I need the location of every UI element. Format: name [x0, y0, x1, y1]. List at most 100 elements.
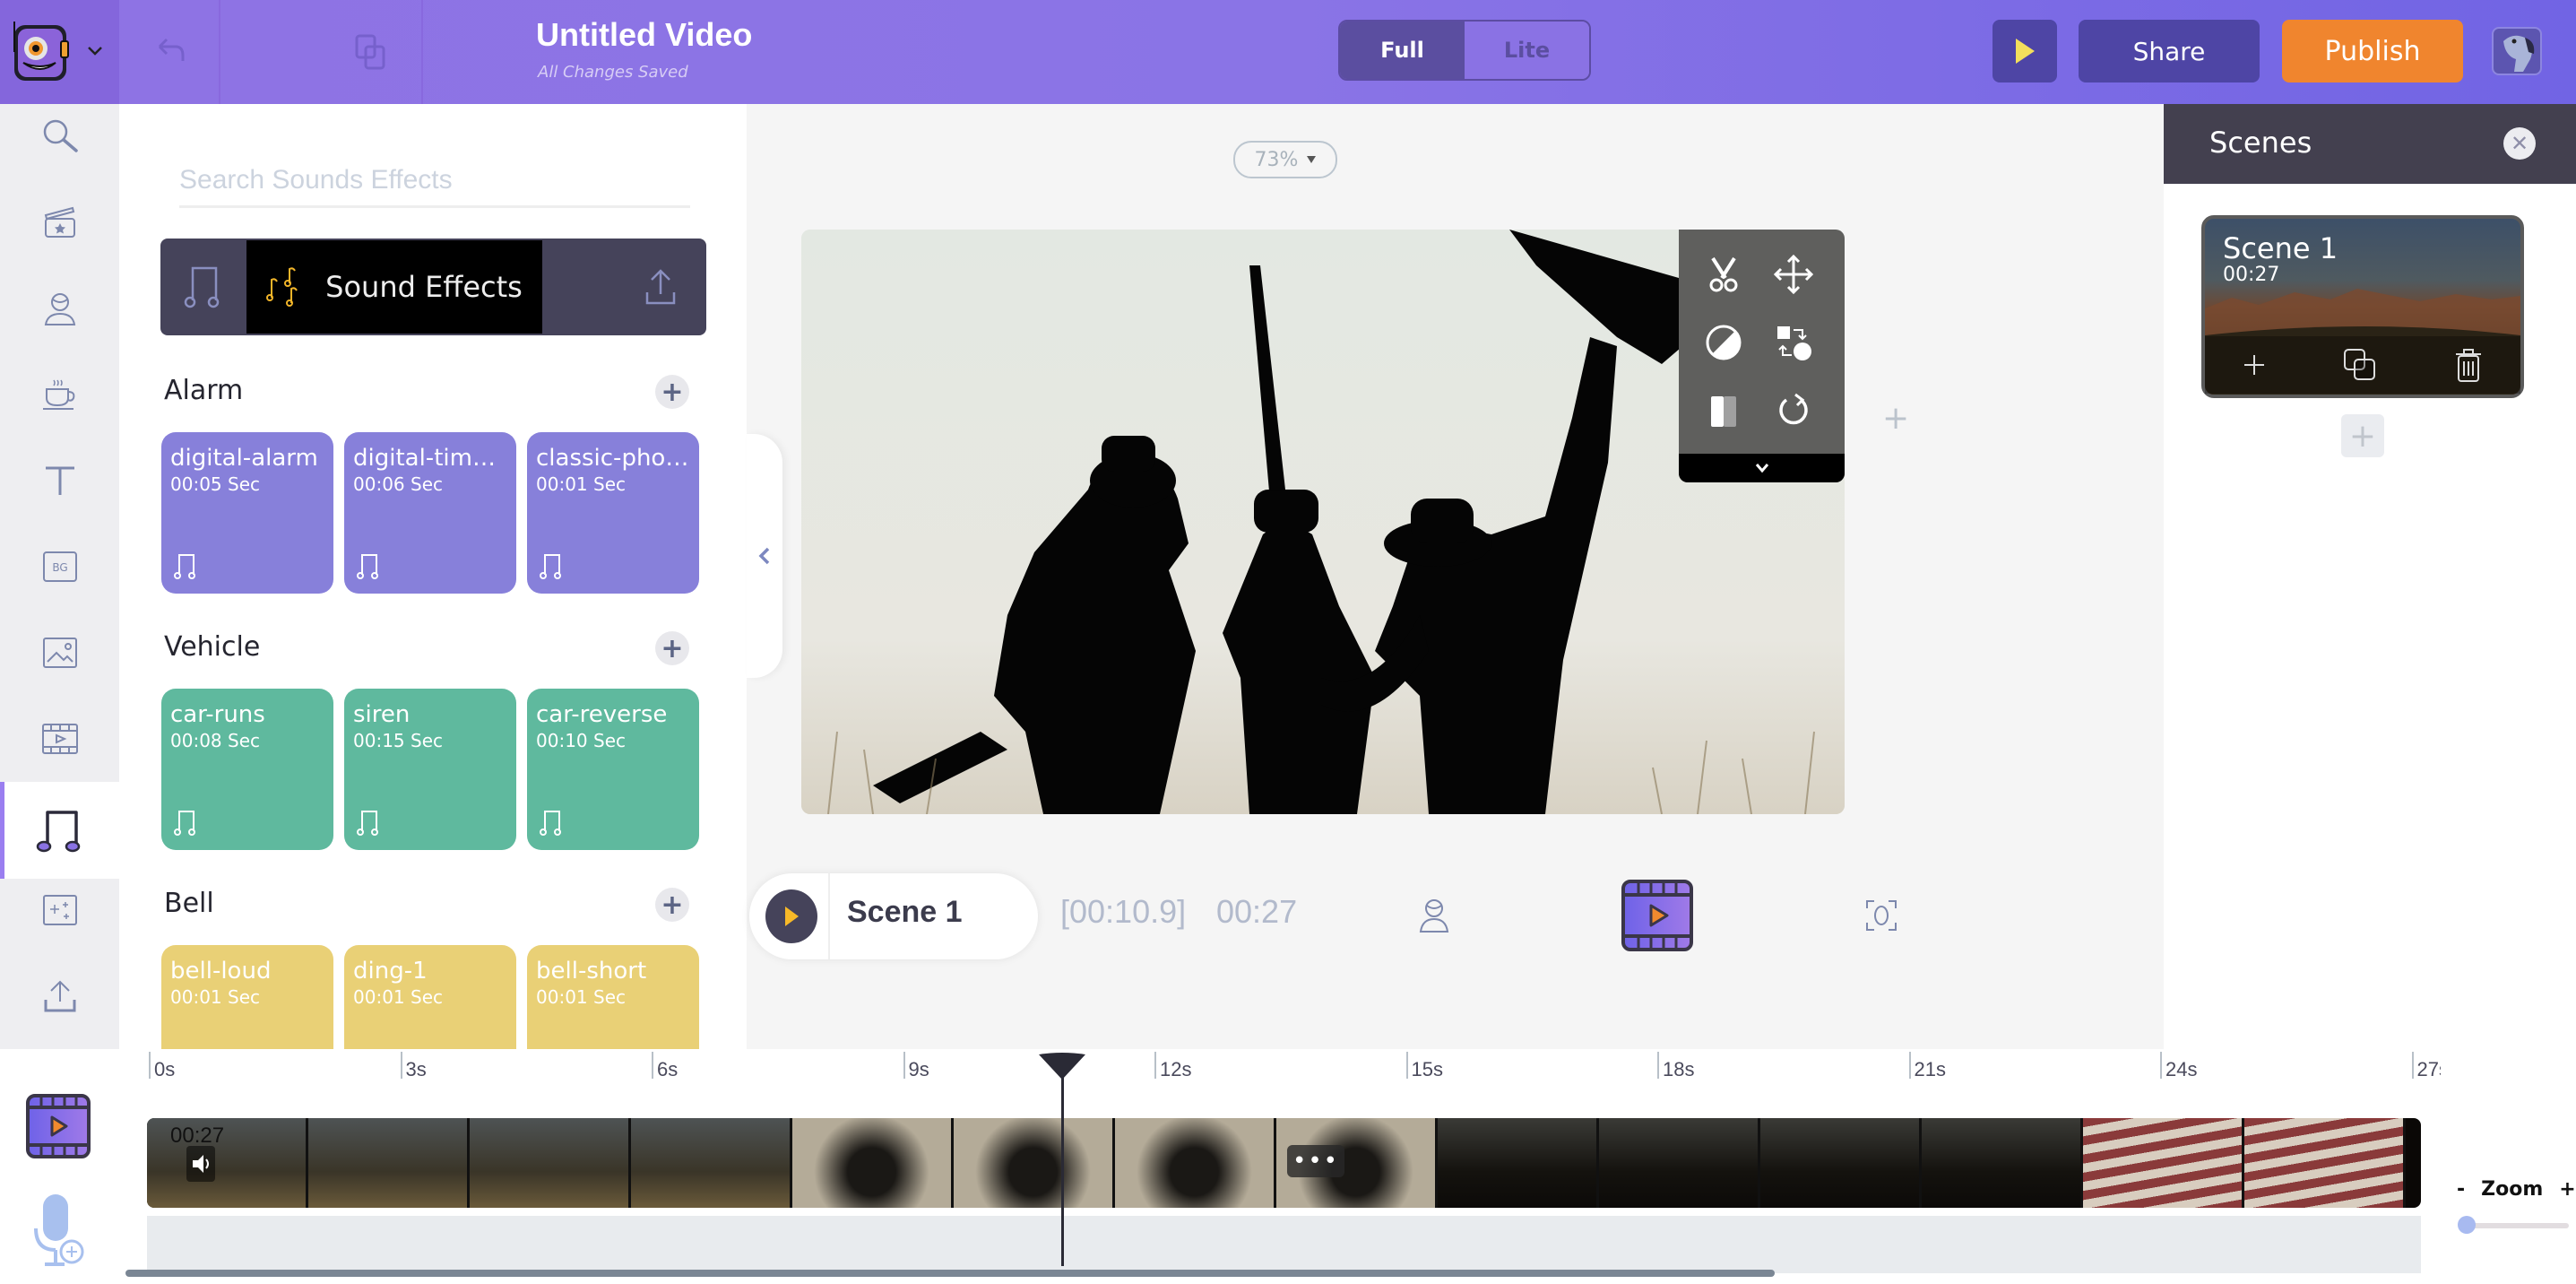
sidebar-item-videos[interactable] [0, 703, 119, 775]
timeline-zoom-control: - Zoom + [2457, 1178, 2576, 1201]
mode-full-button[interactable]: Full [1340, 22, 1465, 79]
video-title[interactable]: Untitled Video [536, 16, 752, 54]
sound-name: bell-loud [170, 958, 272, 985]
caret-down-icon [1307, 156, 1317, 163]
sidebar-item-text[interactable] [0, 445, 119, 516]
share-button[interactable]: Share [2079, 20, 2260, 82]
zoom-in-button[interactable]: + [2559, 1178, 2575, 1201]
sidebar-item-effects[interactable] [0, 874, 119, 946]
sound-card[interactable]: digital-alarm 00:05 Sec [161, 432, 333, 594]
playhead[interactable] [1061, 1067, 1065, 1266]
timeline-scrollbar[interactable] [125, 1270, 1775, 1277]
sound-card[interactable]: classic-phon... 00:01 Sec [527, 432, 699, 594]
video-track[interactable] [147, 1118, 2421, 1208]
sound-card[interactable]: digital-time... 00:06 Sec [344, 432, 516, 594]
user-avatar[interactable] [2492, 27, 2542, 75]
play-icon [2016, 39, 2035, 64]
tab-sound-effects[interactable]: Sound Effects [246, 240, 542, 334]
tab-music[interactable] [160, 239, 246, 335]
fit-screen-button[interactable] [1862, 893, 1901, 938]
sidebar-item-templates[interactable] [0, 187, 119, 258]
ruler-tick [2411, 1052, 2414, 1079]
sound-duration: 00:08 Sec [170, 730, 260, 751]
publish-button[interactable]: Publish [2282, 20, 2463, 82]
scene-card-actions [2205, 336, 2520, 394]
music-note-icon [36, 811, 80, 853]
divider [219, 0, 220, 104]
sidebar-item-search[interactable] [0, 100, 119, 172]
sidebar-item-images[interactable] [0, 617, 119, 689]
ruler-tick-label: 3s [405, 1058, 427, 1080]
zoom-out-button[interactable]: - [2457, 1178, 2465, 1201]
add-bell-button[interactable]: + [655, 888, 689, 922]
undo-button[interactable] [143, 27, 197, 77]
contrast-button[interactable] [1695, 314, 1752, 371]
video-mode-button[interactable] [1621, 879, 1694, 952]
timeline-video-button[interactable] [25, 1093, 91, 1159]
add-vehicle-button[interactable]: + [655, 631, 689, 665]
sound-card[interactable]: ding-1 00:01 Sec [344, 945, 516, 1049]
sidebar-item-upload[interactable] [0, 960, 119, 1032]
add-voiceover-button[interactable] [32, 1193, 86, 1268]
move-button[interactable] [1765, 246, 1822, 303]
sound-duration: 00:01 Sec [536, 473, 626, 495]
track-more-button[interactable]: ••• [1287, 1145, 1344, 1177]
preview-play-button[interactable] [1993, 20, 2057, 82]
add-alarm-button[interactable]: + [655, 375, 689, 409]
audio-track[interactable] [147, 1216, 2421, 1273]
total-time: 00:27 [1216, 893, 1298, 930]
character-button[interactable] [1412, 893, 1457, 938]
tab-sound-effects-label: Sound Effects [325, 270, 523, 304]
ruler-tick-label: 21s [1914, 1058, 1946, 1080]
sidebar-item-characters[interactable] [0, 273, 119, 344]
sound-card[interactable]: car-runs 00:08 Sec [161, 689, 333, 850]
video-icon [41, 724, 78, 754]
mode-toggle[interactable]: Full Lite [1338, 20, 1591, 81]
plus-icon: + [1882, 400, 1910, 437]
close-scenes-button[interactable]: ✕ [2503, 127, 2536, 160]
rotate-button[interactable] [1765, 382, 1822, 439]
duplicate-icon[interactable] [2342, 347, 2378, 383]
playhead-handle-icon[interactable] [1035, 1051, 1089, 1081]
plus-icon[interactable] [2243, 353, 2266, 377]
search-sounds-input[interactable] [179, 154, 690, 208]
ruler-tick-label: 0s [154, 1058, 176, 1080]
sidebar-item-music[interactable] [0, 794, 119, 866]
sound-card[interactable]: car-reverse 00:10 Sec [527, 689, 699, 850]
cut-button[interactable] [1695, 246, 1752, 303]
mode-lite-button[interactable]: Lite [1465, 22, 1589, 79]
user-avatar-icon [2503, 35, 2535, 72]
ruler-tick [400, 1052, 402, 1079]
duplicate-button[interactable] [344, 27, 398, 77]
sound-card[interactable]: bell-loud 00:01 Sec [161, 945, 333, 1049]
scene-play-button[interactable] [765, 889, 817, 943]
music-note-icon [357, 554, 378, 579]
swap-button[interactable] [1765, 314, 1822, 371]
add-element-button[interactable]: + [1882, 400, 1909, 437]
ruler-tick-label: 27s [2416, 1058, 2441, 1080]
sound-card[interactable]: siren 00:15 Sec [344, 689, 516, 850]
collapse-panel-button[interactable] [747, 434, 782, 678]
undo-icon [158, 38, 185, 61]
sound-name: car-reverse [536, 701, 668, 728]
sound-card[interactable]: bell-short 00:01 Sec [527, 945, 699, 1049]
track-volume-button[interactable] [186, 1146, 215, 1182]
app-menu[interactable] [0, 0, 119, 104]
zoom-slider-knob[interactable] [2458, 1216, 2476, 1234]
sound-name: bell-short [536, 958, 647, 985]
zoom-slider-track[interactable] [2468, 1223, 2569, 1228]
zoom-level-value: 73% [1254, 148, 1299, 171]
ruler-tick [149, 1052, 151, 1079]
sidebar-item-backgrounds[interactable]: BG [0, 531, 119, 603]
group-title-bell: Bell [164, 888, 214, 919]
toolbox-more-button[interactable] [1679, 454, 1845, 482]
zoom-level-select[interactable]: 73% [1233, 141, 1337, 178]
sidebar-item-properties[interactable] [0, 359, 119, 430]
group-title-vehicle: Vehicle [164, 631, 261, 663]
scene-card-name: Scene 1 [2223, 231, 2338, 265]
flip-button[interactable] [1695, 382, 1752, 439]
trash-icon[interactable] [2454, 347, 2483, 383]
music-note-icon [540, 554, 561, 579]
tab-upload[interactable] [614, 239, 706, 335]
add-scene-button[interactable]: + [2341, 414, 2384, 457]
